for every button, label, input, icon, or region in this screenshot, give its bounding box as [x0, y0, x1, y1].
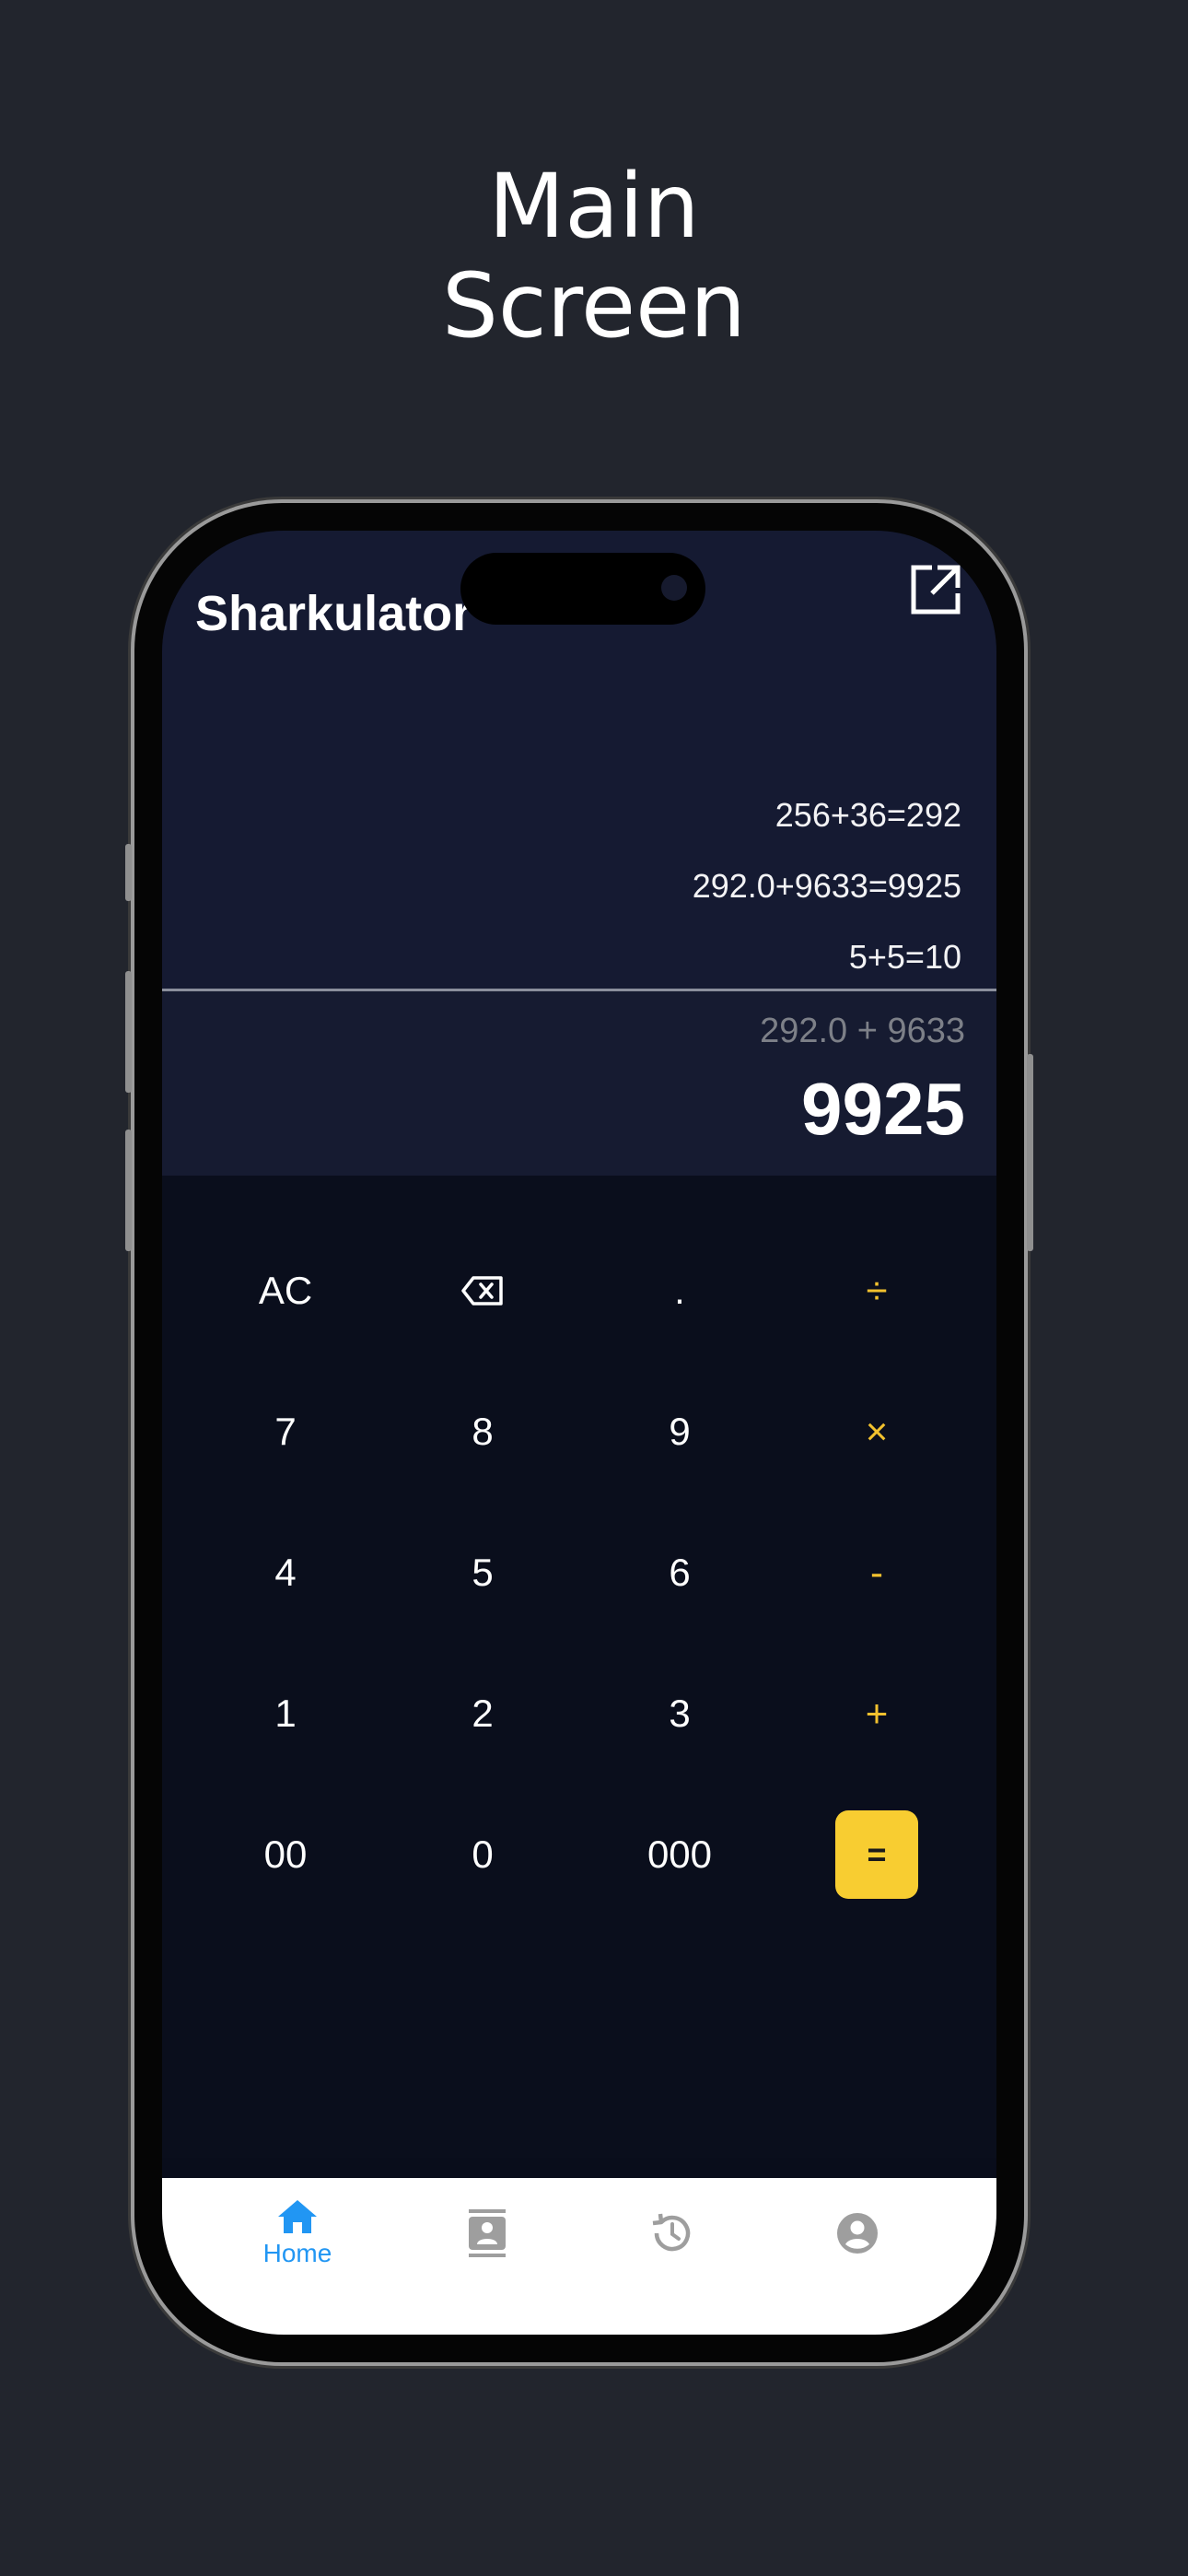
bottom-nav-bar: Home — [162, 2178, 996, 2335]
key-decimal[interactable]: . — [606, 1235, 753, 1346]
volume-up-button — [125, 971, 132, 1093]
history-entry[interactable]: 292.0+9633=9925 — [693, 850, 961, 921]
nav-home-label: Home — [262, 2239, 332, 2267]
nav-account[interactable] — [753, 2178, 961, 2289]
key-3[interactable]: 3 — [606, 1658, 753, 1769]
key-1[interactable]: 1 — [212, 1658, 359, 1769]
share-external-icon[interactable] — [908, 562, 963, 617]
key-divide[interactable]: ÷ — [803, 1235, 950, 1346]
calculation-history: 256+36=292 292.0+9633=9925 5+5=10 — [693, 779, 961, 992]
key-triple-zero[interactable]: 000 — [606, 1799, 753, 1910]
key-6[interactable]: 6 — [606, 1517, 753, 1628]
keypad: AC . ÷ 7 8 9 × 4 5 6 - 1 2 3 + 00 0 000 — [162, 1176, 996, 2158]
key-7[interactable]: 7 — [212, 1376, 359, 1487]
mute-switch — [125, 844, 132, 901]
key-multiply[interactable]: × — [803, 1376, 950, 1487]
key-5[interactable]: 5 — [409, 1517, 556, 1628]
account-icon — [837, 2213, 878, 2254]
key-4[interactable]: 4 — [212, 1517, 359, 1628]
history-entry[interactable]: 256+36=292 — [693, 779, 961, 850]
history-icon — [652, 2213, 691, 2252]
power-button — [1027, 1054, 1033, 1251]
dynamic-island — [460, 553, 705, 625]
app-title: Sharkulator — [195, 586, 472, 641]
nav-contacts[interactable] — [383, 2178, 591, 2289]
page-headline: Main Screen — [0, 157, 1188, 356]
headline-line-2: Screen — [441, 254, 747, 357]
current-result: 9925 — [801, 1068, 965, 1150]
camera-dot — [661, 575, 687, 601]
history-entry[interactable]: 5+5=10 — [693, 921, 961, 992]
nav-home[interactable]: Home — [193, 2178, 402, 2289]
key-9[interactable]: 9 — [606, 1376, 753, 1487]
key-all-clear[interactable]: AC — [212, 1235, 359, 1346]
key-2[interactable]: 2 — [409, 1658, 556, 1769]
key-equals[interactable]: = — [835, 1810, 918, 1899]
backspace-icon[interactable] — [409, 1235, 556, 1346]
headline-line-1: Main — [488, 155, 700, 258]
current-expression: 292.0 + 9633 — [760, 1012, 965, 1050]
home-icon — [278, 2200, 317, 2233]
key-8[interactable]: 8 — [409, 1376, 556, 1487]
phone-frame: Sharkulator 256+36=292 292.0+9633=9925 5… — [125, 503, 1033, 2362]
nav-history[interactable] — [567, 2178, 775, 2289]
phone-screen: Sharkulator 256+36=292 292.0+9633=9925 5… — [162, 531, 996, 2335]
contacts-icon — [469, 2209, 506, 2257]
key-add[interactable]: + — [803, 1658, 950, 1769]
volume-down-button — [125, 1130, 132, 1251]
key-0[interactable]: 0 — [409, 1799, 556, 1910]
key-subtract[interactable]: - — [803, 1517, 950, 1628]
key-double-zero[interactable]: 00 — [212, 1799, 359, 1910]
